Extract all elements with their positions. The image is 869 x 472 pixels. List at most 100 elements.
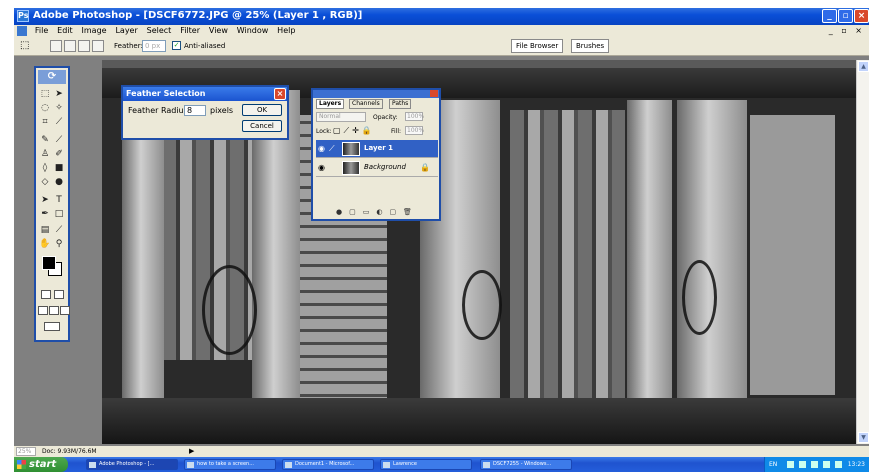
windows-logo-icon [17, 460, 26, 469]
foreground-color-swatch[interactable] [42, 256, 56, 270]
type-tool-icon[interactable]: T [53, 194, 65, 206]
clock[interactable]: 13:23 [848, 457, 865, 472]
menu-layer[interactable]: Layer [112, 25, 140, 37]
clone-stamp-icon[interactable]: ♙ [39, 148, 51, 160]
cancel-button[interactable]: Cancel [242, 120, 282, 132]
lock-options-icon[interactable]: ▢⟋✛🔒 [333, 126, 375, 136]
language-indicator[interactable]: EN [769, 457, 777, 472]
photoshop-logo-icon[interactable]: ⟳ [38, 70, 66, 84]
eye-icon[interactable]: ◉ [318, 144, 327, 153]
tab-layers[interactable]: Layers [316, 99, 345, 109]
layer-thumbnail [342, 161, 360, 175]
dodge-tool-icon[interactable]: ● [53, 176, 65, 188]
zoom-tool-icon[interactable]: ⚲ [53, 238, 65, 250]
quick-mask-icon[interactable] [54, 290, 64, 299]
photo-window [510, 110, 625, 410]
minimize-button[interactable]: _ [822, 9, 837, 23]
eraser-tool-icon[interactable]: ◊ [39, 162, 51, 174]
lasso-tool-icon[interactable]: ◌ [39, 102, 51, 114]
zoom-input[interactable]: 25% [16, 447, 36, 456]
taskbar-item-image-viewer[interactable]: DSCF7255 - Windows... [480, 459, 572, 470]
magic-wand-icon[interactable]: ✧ [53, 102, 65, 114]
slice-tool-icon[interactable]: ⟋ [53, 116, 65, 128]
feather-input[interactable]: 0 px [142, 40, 166, 52]
gradient-tool-icon[interactable]: ■ [53, 162, 65, 174]
taskbar-item-photoshop[interactable]: Adobe Photoshop - [... [86, 459, 178, 470]
marquee-tool-icon[interactable]: ⬚ [39, 88, 51, 100]
status-menu-arrow-icon[interactable]: ▶ [189, 446, 194, 457]
volume-icon[interactable] [799, 461, 806, 468]
menu-file[interactable]: File [32, 25, 51, 37]
dialog-close-button[interactable]: × [274, 88, 286, 100]
close-button[interactable]: × [854, 9, 869, 23]
menu-view[interactable]: View [206, 25, 231, 37]
scroll-down-icon[interactable]: ▼ [858, 432, 869, 443]
eyedropper-icon[interactable]: ⟋ [53, 224, 65, 236]
vertical-scrollbar[interactable]: ▲ ▼ [856, 60, 869, 444]
layer-row[interactable]: ◉ ⟋ Layer 1 [316, 140, 438, 158]
document-window-controls[interactable]: _ ▫ × [829, 25, 865, 37]
shape-tool-icon[interactable]: □ [53, 208, 65, 220]
anti-aliased-checkbox[interactable]: ✓ [172, 41, 181, 50]
notes-tool-icon[interactable]: ▤ [39, 224, 51, 236]
brush-tool-icon[interactable]: ⟋ [53, 134, 65, 146]
add-selection-icon[interactable] [64, 40, 76, 52]
healing-brush-icon[interactable]: ✎ [39, 134, 51, 146]
move-tool-icon[interactable]: ➤ [53, 88, 65, 100]
blur-tool-icon[interactable]: ◇ [39, 176, 51, 188]
photoshop-window: Ps Adobe Photoshop - [DSCF6772.JPG @ 25%… [14, 8, 869, 472]
intersect-selection-icon[interactable] [92, 40, 104, 52]
palette-close-icon[interactable] [430, 90, 438, 97]
title-bar: Ps Adobe Photoshop - [DSCF6772.JPG @ 25%… [14, 8, 869, 25]
palette-title-bar[interactable] [313, 90, 439, 98]
scroll-up-icon[interactable]: ▲ [858, 61, 869, 72]
tab-channels[interactable]: Channels [349, 99, 383, 109]
history-brush-icon[interactable]: ✐ [53, 148, 65, 160]
photo-pillar [122, 100, 164, 410]
menu-window[interactable]: Window [234, 25, 272, 37]
document-size-info[interactable]: Doc: 9.93M/76.6M [42, 446, 97, 457]
restore-button[interactable]: ▫ [838, 9, 853, 23]
screen-mode-full-icon[interactable] [60, 306, 70, 315]
standard-mode-icon[interactable] [41, 290, 51, 299]
marquee-tool-icon[interactable]: ⬚ [20, 40, 32, 52]
layer-actions-bar[interactable]: ●▢▭◐▢🗑 [316, 208, 438, 217]
document-icon[interactable] [17, 25, 27, 36]
screen-mode-standard-icon[interactable] [38, 306, 48, 315]
menu-select[interactable]: Select [144, 25, 175, 37]
eye-icon[interactable]: ◉ [318, 163, 327, 172]
photoshop-icon[interactable]: Ps [17, 10, 29, 22]
messenger-icon[interactable] [823, 461, 830, 468]
layer-name: Background [364, 163, 406, 171]
feather-radius-input[interactable]: 8 [184, 105, 206, 116]
taskbar-item-folder[interactable]: Lawrence [380, 459, 472, 470]
opacity-input[interactable]: 100% [405, 112, 424, 121]
pen-tool-icon[interactable]: ✒ [39, 208, 51, 220]
menu-edit[interactable]: Edit [54, 25, 76, 37]
task-label: DSCF7255 - Windows... [493, 461, 552, 467]
network-icon[interactable] [787, 461, 794, 468]
ok-button[interactable]: OK [242, 104, 282, 116]
update-icon[interactable] [835, 461, 842, 468]
new-selection-icon[interactable] [50, 40, 62, 52]
crop-tool-icon[interactable]: ⌗ [39, 116, 51, 128]
taskbar-item-word[interactable]: Document1 - Microsof... [282, 459, 374, 470]
menu-image[interactable]: Image [79, 25, 110, 37]
path-selection-icon[interactable]: ➤ [39, 194, 51, 206]
tab-brushes[interactable]: Brushes [571, 39, 610, 53]
security-icon[interactable] [811, 461, 818, 468]
hand-tool-icon[interactable]: ✋ [39, 238, 51, 250]
jump-to-imageready-icon[interactable] [44, 322, 60, 331]
subtract-selection-icon[interactable] [78, 40, 90, 52]
photo-window [750, 115, 835, 395]
menu-filter[interactable]: Filter [177, 25, 203, 37]
menu-help[interactable]: Help [274, 25, 298, 37]
fill-input[interactable]: 100% [405, 126, 424, 135]
screen-mode-full-menu-icon[interactable] [49, 306, 59, 315]
taskbar-item-browser[interactable]: how to take a screen... [184, 459, 276, 470]
start-button[interactable]: start [14, 457, 68, 472]
tab-paths[interactable]: Paths [389, 99, 412, 109]
tab-file-browser[interactable]: File Browser [511, 39, 564, 53]
blend-mode-select[interactable]: Normal [316, 112, 366, 122]
layer-row[interactable]: ◉ Background 🔒 [316, 159, 438, 177]
